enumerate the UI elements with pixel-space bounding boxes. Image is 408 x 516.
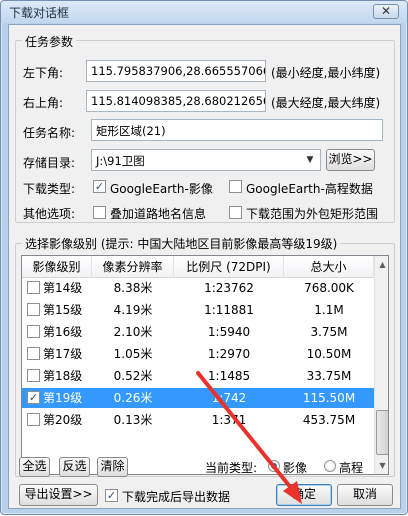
cell-scale: 1:2970 xyxy=(207,347,251,361)
cell-size: 3.75M xyxy=(310,325,348,339)
row-checkbox[interactable] xyxy=(27,303,40,316)
type-elevation-checkbox[interactable] xyxy=(229,180,242,193)
scroll-up-icon[interactable]: ▲ xyxy=(375,256,388,273)
export-settings-button[interactable]: 导出设置>> xyxy=(19,484,98,506)
bounding-rect-label[interactable]: 下载范围为外包矩形范围 xyxy=(246,205,378,222)
task-name-input[interactable]: 矩形区域(21) xyxy=(91,119,383,141)
cell-size: 768.00K xyxy=(304,281,354,295)
scroll-down-icon[interactable]: ▼ xyxy=(375,457,388,474)
levels-listview[interactable]: 影像级别 像素分辨率 比例尺 (72DPI) 总大小 第14级 8.38米 1:23… xyxy=(21,255,389,475)
upper-right-hint: (最大经度,最大纬度) xyxy=(271,96,381,110)
dialog-body: 任务参数 左下角: 115.795837906,28.665557066 (最小… xyxy=(8,24,401,509)
task-name-label: 任务名称: xyxy=(23,126,76,140)
cell-level: 第16级 xyxy=(43,325,83,339)
row-checkbox[interactable] xyxy=(27,369,40,382)
select-all-button[interactable]: 全选 xyxy=(19,457,50,477)
cancel-button[interactable]: 取消 xyxy=(337,484,393,506)
lower-left-hint: (最小经度,最小纬度) xyxy=(271,66,381,80)
type-imagery-label[interactable]: GoogleEarth-影像 xyxy=(110,180,213,197)
lower-left-input[interactable]: 115.795837906,28.665557066 xyxy=(86,60,266,82)
bounding-rect-checkbox[interactable] xyxy=(229,206,242,219)
cell-resolution: 0.26米 xyxy=(113,391,153,405)
cell-resolution: 0.13米 xyxy=(113,413,153,427)
cell-size: 33.75M xyxy=(306,369,352,383)
export-after-download-checkbox[interactable]: ✓ xyxy=(105,489,118,502)
col-header-resolution[interactable]: 像素分辨率 xyxy=(92,256,174,278)
table-row[interactable]: ✓ 第19级 0.26米 1:742 115.50M xyxy=(22,388,374,408)
radio-imagery-label[interactable]: 影像 xyxy=(283,459,307,476)
task-params-title: 任务参数 xyxy=(22,33,77,50)
table-row[interactable]: 第17级 1.05米 1:2970 10.50M xyxy=(22,344,374,364)
current-type-label: 当前类型: xyxy=(205,461,258,475)
table-row[interactable]: 第14级 8.38米 1:23762 768.00K xyxy=(22,278,374,298)
cell-size: 115.50M xyxy=(302,391,356,405)
other-options-label: 其他选项: xyxy=(23,207,76,221)
col-header-level[interactable]: 影像级别 xyxy=(22,256,92,278)
cell-scale: 1:742 xyxy=(211,391,247,405)
invert-selection-button[interactable]: 反选 xyxy=(59,457,90,477)
levels-scrollbar[interactable]: ▲ ▼ xyxy=(374,256,388,474)
cell-resolution: 1.05米 xyxy=(113,347,153,361)
download-type-label: 下载类型: xyxy=(23,182,76,196)
col-header-scale[interactable]: 比例尺 (72DPI) xyxy=(174,256,284,278)
table-row[interactable]: 第16级 2.10米 1:5940 3.75M xyxy=(22,322,374,342)
check-icon: ✓ xyxy=(106,489,117,502)
cell-level: 第15级 xyxy=(43,303,83,317)
cell-scale: 1:5940 xyxy=(207,325,251,339)
cell-level: 第17级 xyxy=(43,347,83,361)
cell-resolution: 4.19米 xyxy=(113,303,153,317)
type-elevation-label[interactable]: GoogleEarth-高程数据 xyxy=(246,180,373,197)
table-row[interactable]: 第15级 4.19米 1:11881 1.1M xyxy=(22,300,374,320)
cell-resolution: 0.52米 xyxy=(113,369,153,383)
export-after-download-label[interactable]: 下载完成后导出数据 xyxy=(122,488,230,505)
storage-dir-combo[interactable]: J:\91卫图 ▼ xyxy=(91,149,321,171)
window-title: 下载对话框 xyxy=(9,6,70,20)
col-header-size[interactable]: 总大小 xyxy=(284,256,374,278)
cell-resolution: 2.10米 xyxy=(113,325,153,339)
cell-size: 10.50M xyxy=(306,347,352,361)
chevron-down-icon[interactable]: ▼ xyxy=(302,152,318,168)
upper-right-input[interactable]: 115.814098385,28.680212656 xyxy=(86,90,266,112)
levels-title: 选择影像级别 (提示: 中国大陆地区目前影像最高等级19级) xyxy=(22,235,341,252)
cell-scale: 1:23762 xyxy=(204,281,254,295)
cell-level: 第20级 xyxy=(43,413,83,427)
storage-dir-label: 存储目录: xyxy=(23,156,76,170)
upper-right-label: 右上角: xyxy=(23,96,64,110)
type-imagery-checkbox[interactable]: ✓ xyxy=(93,180,106,193)
row-checkbox[interactable] xyxy=(27,413,40,426)
row-checkbox[interactable]: ✓ xyxy=(27,391,40,404)
cell-scale: 1:11881 xyxy=(204,303,254,317)
cell-size: 1.1M xyxy=(314,303,344,317)
table-row[interactable]: 第20级 0.13米 1:371 453.75M xyxy=(22,410,374,430)
cell-size: 453.75M xyxy=(302,413,356,427)
title-bar[interactable]: 下载对话框 ✕ xyxy=(1,1,407,23)
cell-scale: 1:1485 xyxy=(207,369,251,383)
row-checkbox[interactable] xyxy=(27,325,40,338)
download-dialog-window: 下载对话框 ✕ 任务参数 左下角: 115.795837906,28.66555… xyxy=(0,0,408,515)
close-button[interactable]: ✕ xyxy=(373,4,399,19)
radio-elevation-label[interactable]: 高程 xyxy=(339,459,363,476)
row-checkbox[interactable] xyxy=(27,347,40,360)
cell-scale: 1:371 xyxy=(211,413,247,427)
radio-elevation[interactable] xyxy=(324,460,336,472)
table-row[interactable]: 第18级 0.52米 1:1485 33.75M xyxy=(22,366,374,386)
lower-left-label: 左下角: xyxy=(23,66,64,80)
browse-button[interactable]: 浏览>> xyxy=(326,149,375,171)
clear-button[interactable]: 清除 xyxy=(97,457,128,477)
cell-level: 第14级 xyxy=(43,281,83,295)
cell-level: 第18级 xyxy=(43,369,83,383)
overlay-roads-checkbox[interactable] xyxy=(93,206,106,219)
radio-imagery[interactable] xyxy=(268,460,280,472)
storage-dir-value: J:\91卫图 xyxy=(96,154,145,168)
cell-level: 第19级 xyxy=(43,391,83,405)
close-icon: ✕ xyxy=(380,4,392,18)
levels-list-header: 影像级别 像素分辨率 比例尺 (72DPI) 总大小 xyxy=(22,256,374,278)
overlay-roads-label[interactable]: 叠加道路地名信息 xyxy=(110,205,206,222)
cell-resolution: 8.38米 xyxy=(113,281,153,295)
row-checkbox[interactable] xyxy=(27,281,40,294)
check-icon: ✓ xyxy=(94,180,105,193)
scroll-thumb[interactable] xyxy=(376,410,388,455)
ok-button[interactable]: 确定 xyxy=(276,484,332,506)
